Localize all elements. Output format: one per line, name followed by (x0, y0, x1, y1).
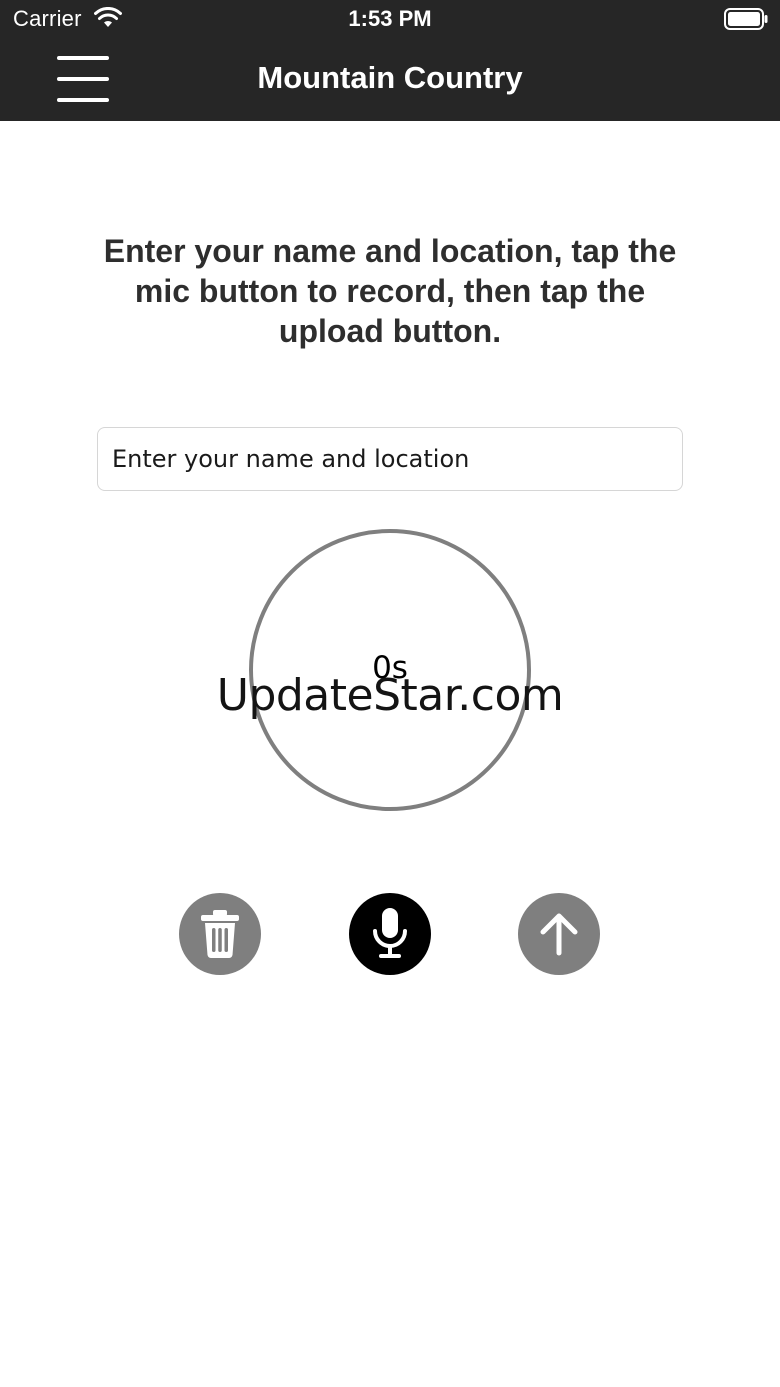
record-button[interactable] (349, 893, 431, 975)
delete-button[interactable] (179, 893, 261, 975)
trash-icon (201, 910, 239, 959)
instructions-text: Enter your name and location, tap the mi… (103, 233, 677, 349)
battery-icon (724, 8, 768, 30)
watermark: UpdateStar.com (216, 670, 564, 721)
clock: 1:53 PM (348, 6, 432, 31)
upload-button[interactable] (518, 893, 600, 975)
microphone-icon (373, 908, 407, 958)
name-location-input[interactable] (97, 427, 683, 491)
status-bar: Carrier 1:53 PM (0, 0, 780, 40)
nav-bar: Mountain Country (0, 40, 780, 121)
menu-line (57, 98, 109, 102)
page-title: Mountain Country (257, 60, 523, 95)
header: Carrier 1:53 PM Mountain Country (0, 0, 780, 121)
arrow-up-icon (540, 913, 578, 956)
app-screen: Carrier 1:53 PM Mountain Country Enter y… (0, 0, 780, 1387)
